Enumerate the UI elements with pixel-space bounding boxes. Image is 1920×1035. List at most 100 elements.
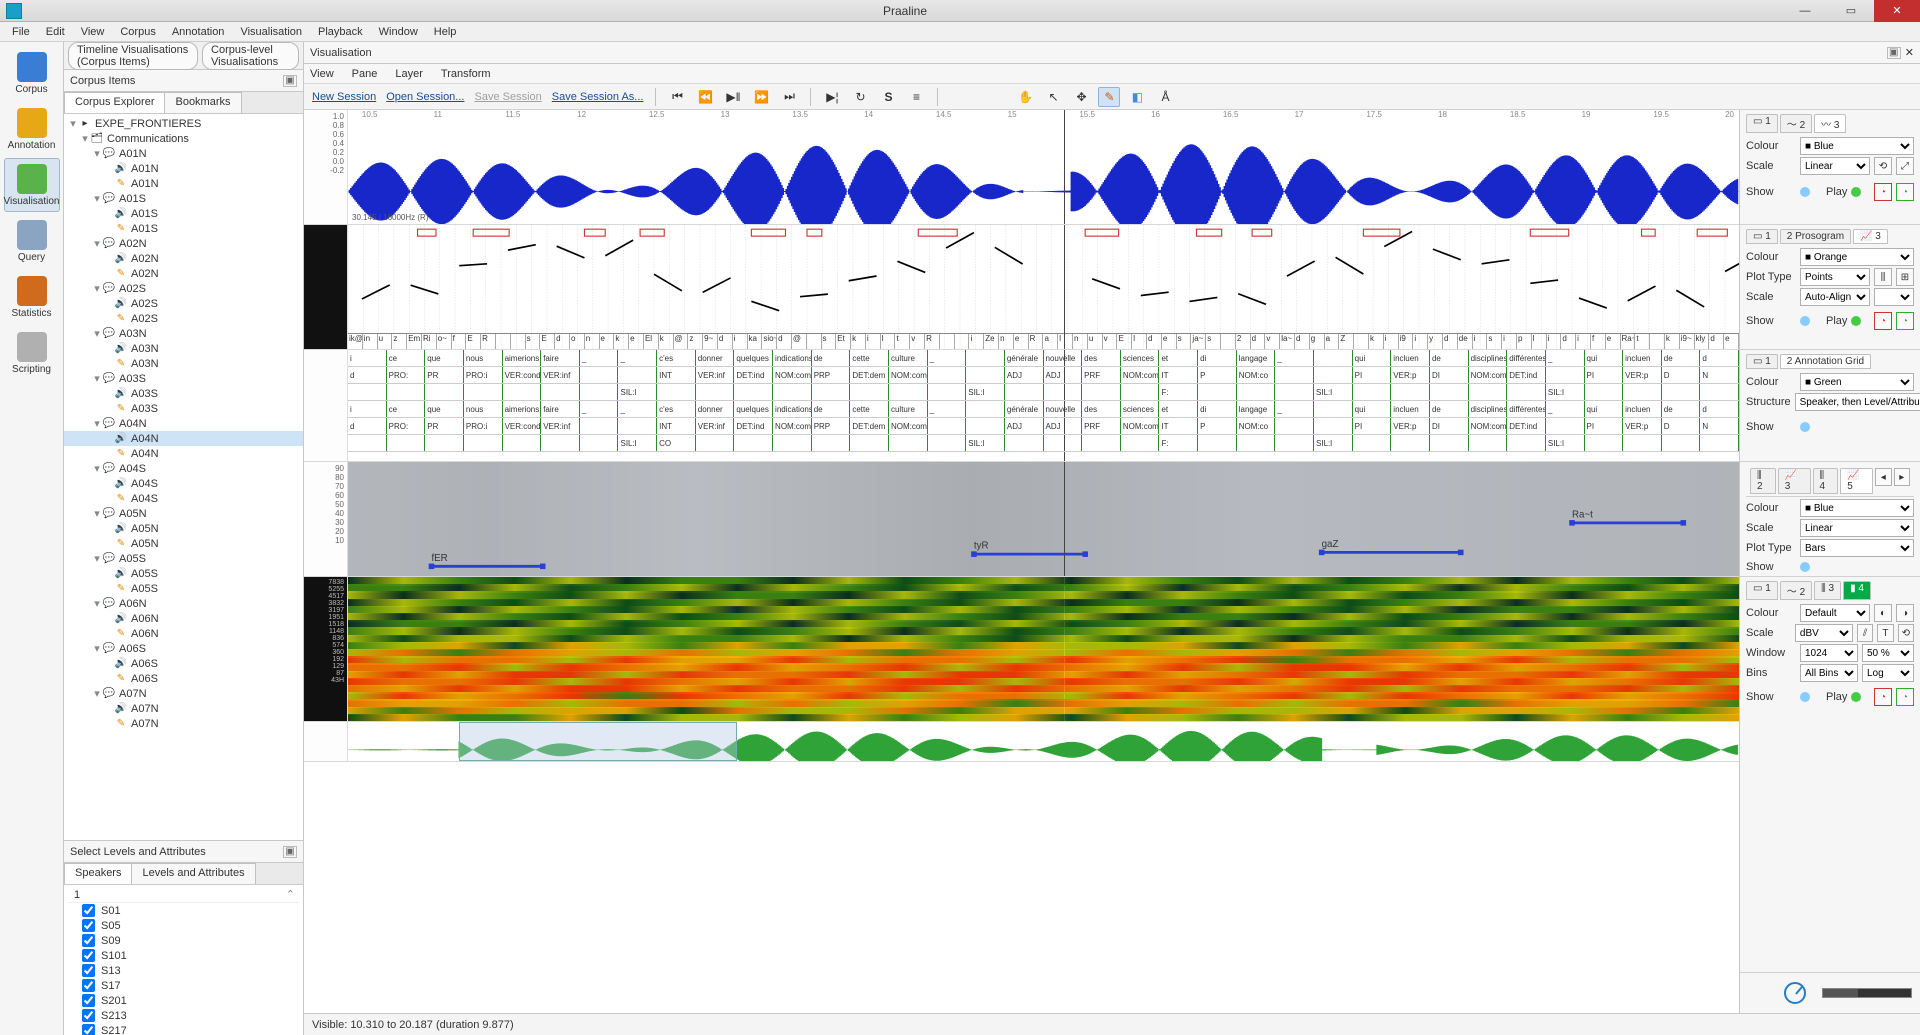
anno-cell[interactable]: culture <box>889 401 928 417</box>
loop-icon[interactable]: ↻ <box>849 87 871 107</box>
anno-cell[interactable]: des <box>1082 401 1121 417</box>
move-tool-icon[interactable]: ✥ <box>1070 87 1092 107</box>
play-cursor[interactable] <box>1064 462 1065 576</box>
anno-cell[interactable] <box>1700 435 1739 451</box>
anno-cell[interactable]: DET:dem <box>850 367 889 383</box>
edit-tool-icon[interactable]: ✎ <box>1098 87 1120 107</box>
anno-cell[interactable]: quelques <box>734 350 773 366</box>
window-minimize-button[interactable]: — <box>1782 0 1828 22</box>
pan-dial-icon[interactable]: ◔ <box>1896 688 1914 706</box>
plot-bars-icon[interactable]: ⫼ <box>1874 268 1892 286</box>
anno-cell[interactable] <box>1430 435 1469 451</box>
anno-cell[interactable]: PR <box>425 367 464 383</box>
anno-cell[interactable]: VER:inf <box>541 367 580 383</box>
tab-levels-attributes[interactable]: Levels and Attributes <box>131 863 255 884</box>
anno-cell[interactable] <box>1469 435 1508 451</box>
speaker-checkbox[interactable] <box>82 1024 95 1035</box>
anno-cell[interactable]: SIL:l <box>618 435 657 451</box>
anno-cell[interactable] <box>1044 384 1083 400</box>
tree-item[interactable]: ▾💬A01N <box>64 146 303 161</box>
anno-cell[interactable]: incluen <box>1391 350 1430 366</box>
tree-item[interactable]: ✎A02N <box>64 266 303 281</box>
menu-help[interactable]: Help <box>426 24 465 40</box>
vis-pane-float-button[interactable]: ▣ <box>1887 47 1901 59</box>
anno-cell[interactable]: disciplines <box>1469 401 1508 417</box>
menu-annotation[interactable]: Annotation <box>164 24 233 40</box>
anno-cell[interactable]: incluen <box>1623 350 1662 366</box>
anno-cell[interactable]: N <box>1700 367 1739 383</box>
tree-item[interactable]: 🔊A04S <box>64 476 303 491</box>
tree-item[interactable]: ✎A01S <box>64 221 303 236</box>
anno-cell[interactable] <box>1662 435 1701 451</box>
scale-select2[interactable] <box>1874 288 1914 306</box>
anno-cell[interactable]: ADJ <box>1044 367 1083 383</box>
anno-cell[interactable] <box>1469 384 1508 400</box>
anno-cell[interactable] <box>1662 384 1701 400</box>
tree-item[interactable]: 🔊A02S <box>64 296 303 311</box>
anno-cell[interactable]: _ <box>1275 350 1314 366</box>
rail-corpus[interactable]: Corpus <box>4 46 60 100</box>
anno-cell[interactable] <box>1507 435 1546 451</box>
anno-cell[interactable]: _ <box>1546 401 1585 417</box>
colour-select[interactable]: ■ Blue <box>1800 137 1914 155</box>
track-waveform[interactable]: × 1.00.80.60.40.20.0-0.2 10.51111.51212.… <box>304 110 1739 225</box>
gain-dial-icon[interactable]: ◔ <box>1874 688 1892 706</box>
prop-tab[interactable]: 📈 5 <box>1840 468 1873 494</box>
tree-item[interactable]: ▾💬A03S <box>64 371 303 386</box>
anno-cell[interactable]: IT <box>1159 367 1198 383</box>
anno-cell[interactable]: culture <box>889 350 928 366</box>
anno-cell[interactable]: _ <box>928 350 967 366</box>
anno-cell[interactable]: indications <box>773 350 812 366</box>
anno-cell[interactable] <box>1005 384 1044 400</box>
measure-tool-icon[interactable]: Å <box>1154 87 1176 107</box>
plot-type-select[interactable]: Points <box>1800 268 1870 286</box>
skip-start-icon[interactable]: ⏮ <box>666 87 688 107</box>
show-toggle[interactable] <box>1800 187 1810 197</box>
tree-item[interactable]: ▾💬A06S <box>64 641 303 656</box>
scale-select[interactable]: Linear <box>1800 519 1914 537</box>
anno-cell[interactable]: de <box>1662 350 1701 366</box>
anno-cell[interactable]: générale <box>1005 401 1044 417</box>
anno-cell[interactable]: NOM:com <box>773 367 812 383</box>
forward-icon[interactable]: ⏩ <box>750 87 772 107</box>
vismenu-pane[interactable]: Pane <box>352 68 378 80</box>
anno-cell[interactable] <box>696 384 735 400</box>
rail-scripting[interactable]: Scripting <box>4 326 60 380</box>
anno-cell[interactable]: _ <box>1275 401 1314 417</box>
anno-cell[interactable]: NOM:com <box>1121 418 1160 434</box>
overview-visible-region[interactable] <box>459 722 737 761</box>
anno-cell[interactable]: i <box>348 350 387 366</box>
anno-cell[interactable] <box>812 435 851 451</box>
anno-cell[interactable]: cette <box>850 401 889 417</box>
anno-cell[interactable] <box>850 384 889 400</box>
tab-corpus-level-visualisations[interactable]: Corpus-level Visualisations <box>202 42 299 70</box>
speaker-checkbox[interactable] <box>82 1009 95 1022</box>
anno-cell[interactable]: _ <box>580 401 619 417</box>
tree-item[interactable]: ✎A06S <box>64 671 303 686</box>
plot-type-select[interactable]: Bars <box>1800 539 1914 557</box>
anno-cell[interactable] <box>1275 435 1314 451</box>
speaker-row[interactable]: S101 <box>68 948 299 963</box>
anno-cell[interactable] <box>1585 435 1624 451</box>
play-pause-icon[interactable]: ▶‖ <box>722 87 744 107</box>
anno-cell[interactable] <box>966 367 1005 383</box>
scale-select[interactable]: Linear <box>1800 157 1870 175</box>
colour-cycle-icon[interactable]: ◐ <box>1874 604 1892 622</box>
anno-cell[interactable] <box>773 435 812 451</box>
scale-select[interactable]: dBV <box>1795 624 1853 642</box>
anno-cell[interactable] <box>1082 384 1121 400</box>
anno-cell[interactable] <box>773 384 812 400</box>
anno-cell[interactable] <box>1275 367 1314 383</box>
hand-tool-icon[interactable]: ✋ <box>1014 87 1036 107</box>
anno-cell[interactable]: P <box>1198 418 1237 434</box>
anno-cell[interactable]: de <box>812 350 851 366</box>
tree-item[interactable]: ▾🗂Communications <box>64 131 303 146</box>
anno-cell[interactable]: _ <box>928 401 967 417</box>
vis-pane-close-button[interactable]: ✕ <box>1905 46 1914 59</box>
pan-dial-icon[interactable]: ◔ <box>1896 312 1914 330</box>
anno-cell[interactable]: VER:cond <box>503 418 542 434</box>
anno-cell[interactable] <box>580 367 619 383</box>
show-toggle[interactable] <box>1800 692 1810 702</box>
anno-cell[interactable] <box>1546 367 1585 383</box>
anno-cell[interactable]: de <box>812 401 851 417</box>
